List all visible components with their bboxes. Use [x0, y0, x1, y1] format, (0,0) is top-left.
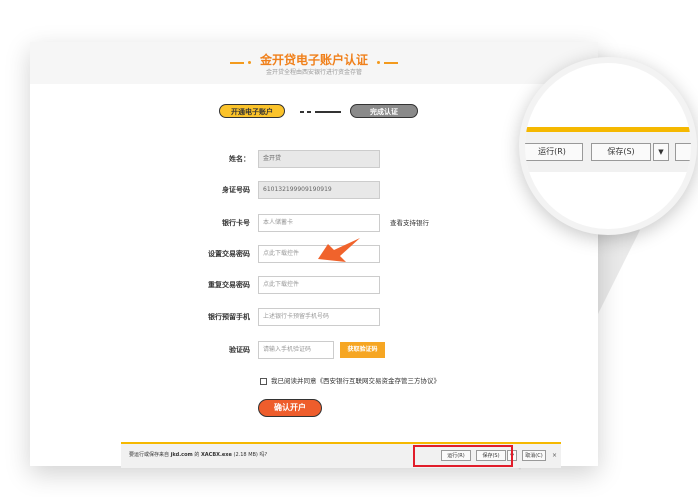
- zoom-save-button: 保存(S): [591, 143, 651, 161]
- zoom-run-button: 运行(R): [525, 143, 583, 161]
- zoom-dropdown-button: ▼: [653, 143, 669, 161]
- zoom-magnifier: 运行(R) 保存(S) ▼: [519, 57, 697, 235]
- zoom-cancel-button-edge: [675, 143, 691, 161]
